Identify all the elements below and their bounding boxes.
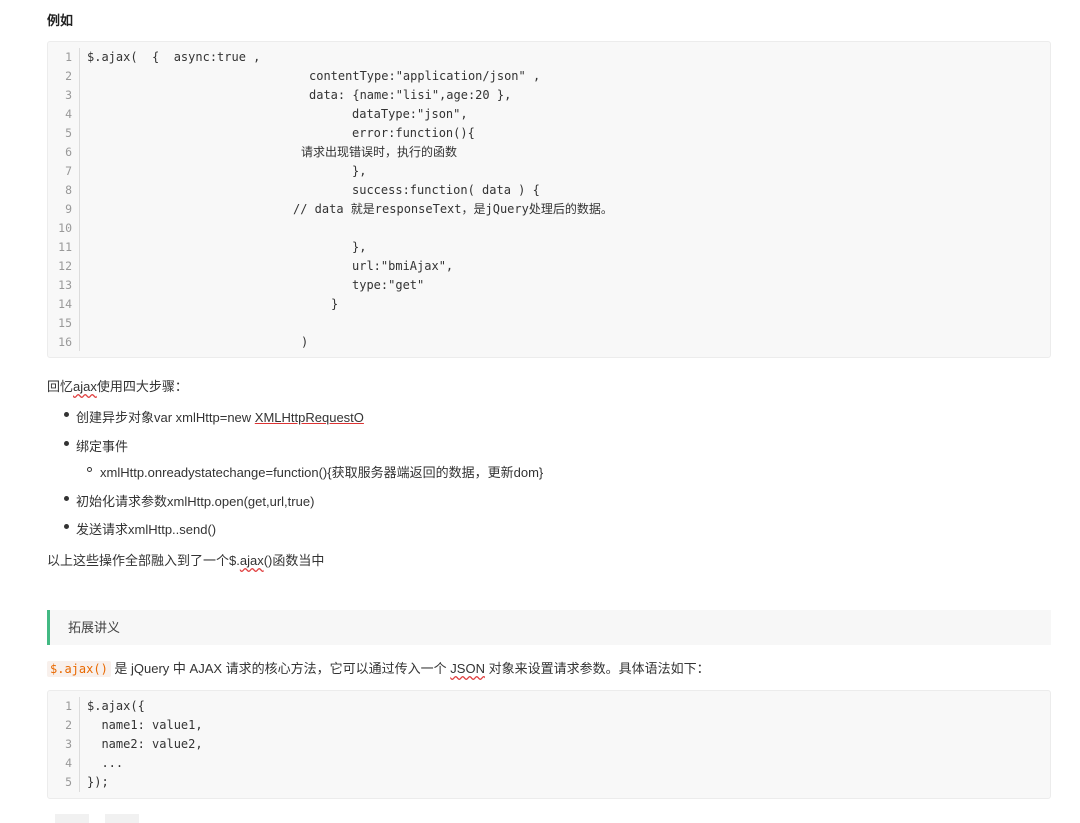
callout-accent-bar [47,610,50,645]
line-number: 11 [58,240,72,254]
bullet-icon [64,496,69,501]
code-text: error:function(){ [352,126,475,140]
code-line: 14} [48,295,1050,314]
line-number: 2 [65,718,72,732]
cut-off-paragraph [47,811,147,823]
spellcheck-word: ajax [239,553,264,568]
line-number: 9 [65,202,72,216]
line-number: 15 [58,316,72,330]
line-number: 4 [65,756,72,770]
line-number: 1 [65,699,72,713]
line-number: 14 [58,297,72,311]
inline-code: $.ajax() [47,661,111,677]
intro-paragraph: $.ajax() 是 jQuery 中 AJAX 请求的核心方法，它可以通过传入… [47,658,710,677]
line-number: 12 [58,259,72,273]
line-number: 6 [65,145,72,159]
code-line: 5}); [48,773,1050,792]
code-block-ajax-example: 1 $.ajax( { async:true , 2 contentType:"app… [47,41,1051,358]
code-line: 10 [48,219,1050,238]
code-line: 4 dataType:"json", [48,105,1050,124]
code-text: $.ajax({ [87,699,145,713]
line-number: 5 [65,126,72,140]
recall-paragraph: 回忆ajax使用四大步骤： [47,379,188,394]
code-line: 5 error:function(){ [48,124,1050,143]
code-line: 1 $.ajax( { async:true , [48,48,1050,67]
code-text: url:"bmiAjax", [352,259,454,273]
line-number: 1 [65,50,72,64]
line-number: 4 [65,107,72,121]
code-text: 请求出现错误时，执行的函数 [301,145,458,159]
bullet-icon [64,441,69,446]
circle-bullet-icon [87,467,92,472]
spellcheck-word: JSON [450,661,485,676]
bullet-icon [64,524,69,529]
code-text: data: {name:"lisi",age:20 }, [309,88,512,102]
code-text: }, [352,164,367,178]
code-text: } [331,297,339,311]
code-line: 2 name1: value1, [48,716,1050,735]
code-line: 3 data: {name:"lisi",age:20 }, [48,86,1050,105]
list-item: 绑定事件 [76,439,129,454]
code-text: success:function( data ) { [352,183,540,197]
code-block-syntax: 1 $.ajax({2 name1: value1, 3 name2: value2… [47,690,1051,799]
code-text: dataType:"json", [352,107,468,121]
bullet-icon [64,412,69,417]
line-number: 13 [58,278,72,292]
code-line: 6 请求出现错误时，执行的函数 [48,143,1050,162]
code-line: 2 contentType:"application/json" , [48,67,1050,86]
xmlhttprequest-link[interactable]: XMLHttpRequestO [255,410,364,425]
list-item: 发送请求xmlHttp..send() [76,522,217,537]
code-line: 15 [48,314,1050,333]
list-item: 初始化请求参数xmlHttp.open(get,url,true) [76,494,315,509]
code-line: 13 type:"get" [48,276,1050,295]
code-line: 11}, [48,238,1050,257]
code-line: 9 // data 就是responseText，是jQuery处理后的数据。 [48,200,1050,219]
code-text: }, [352,240,367,254]
code-text: // data 就是responseText，是jQuery处理后的数据。 [293,202,613,216]
code-text: type:"get" [352,278,425,292]
line-number: 10 [58,221,72,235]
code-text: }); [87,775,109,789]
list-item: 创建异步对象var xmlHttp=new XMLHttpRequestO [76,410,364,425]
code-text: ) [301,335,309,349]
code-text: contentType:"application/json" , [309,69,541,83]
code-line: 4 ... [48,754,1050,773]
line-number: 3 [65,88,72,102]
code-text: $.ajax( { async:true , [87,50,261,64]
callout-box: 拓展讲义 [47,610,1051,645]
callout-title: 拓展讲义 [68,620,121,635]
code-line: 8 success:function( data ) { [48,181,1050,200]
spellcheck-word: ajax [73,379,97,394]
code-line: 7}, [48,162,1050,181]
code-line: 16) [48,333,1050,352]
line-number: 2 [65,69,72,83]
summary-paragraph: 以上这些操作全部融入到了一个$.ajax()函数当中 [47,553,325,568]
line-number: 16 [58,335,72,349]
code-line: 12 url:"bmiAjax", [48,257,1050,276]
line-number: 5 [65,775,72,789]
line-number: 8 [65,183,72,197]
line-number: 3 [65,737,72,751]
code-text: ... [87,756,124,770]
section-heading: 例如 [47,13,74,28]
code-text: name2: value2, [87,737,203,751]
line-number: 7 [65,164,72,178]
code-line: 1 $.ajax({ [48,697,1050,716]
code-text: name1: value1, [87,718,203,732]
list-subitem: xmlHttp.onreadystatechange=function(){获取… [100,465,544,480]
code-line: 3 name2: value2, [48,735,1050,754]
